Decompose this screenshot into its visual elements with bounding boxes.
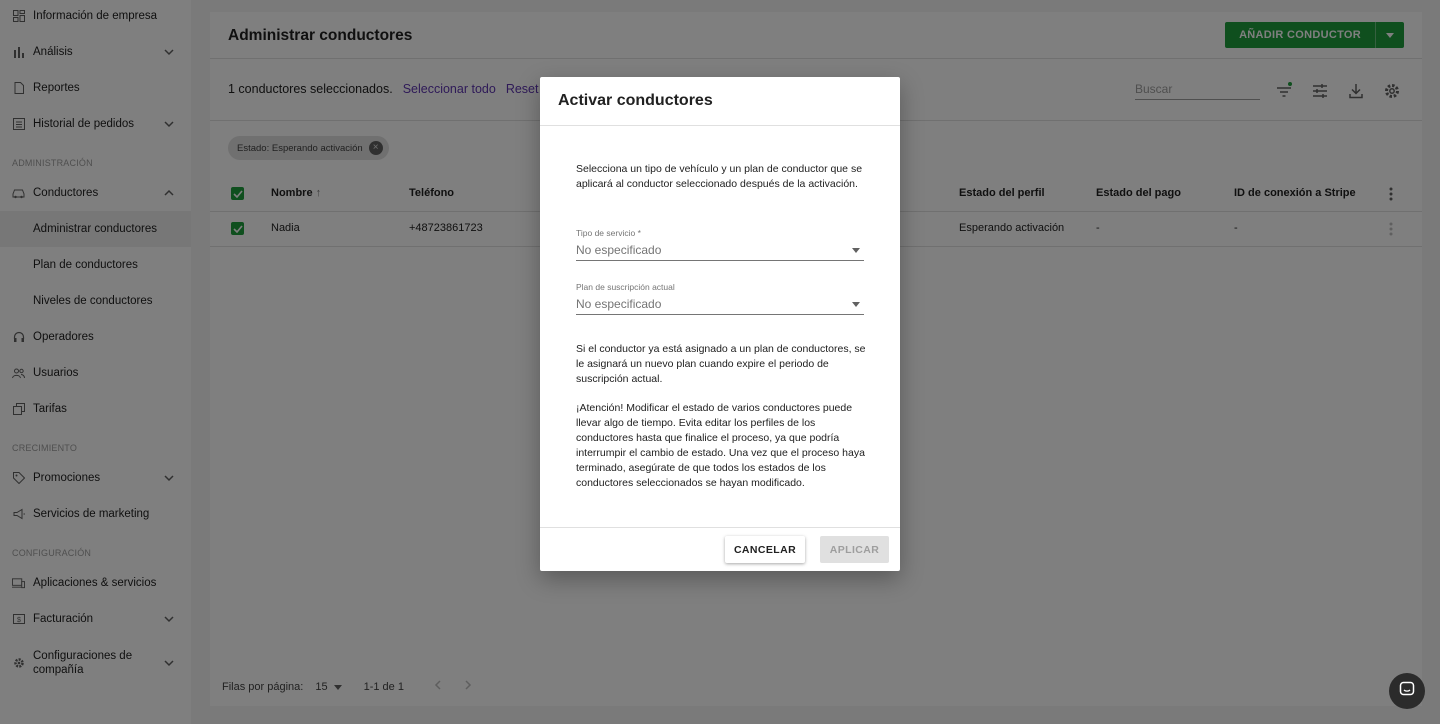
subscription-plan-value: No especificado [576, 297, 662, 311]
cancel-button[interactable]: CANCELAR [725, 536, 805, 563]
subscription-plan-field: No especificado [576, 297, 864, 315]
subscription-plan-select[interactable]: Plan de suscripción actual No especifica… [576, 282, 864, 315]
caret-down-icon [852, 302, 860, 307]
divider [540, 125, 900, 126]
activate-drivers-dialog: Activar conductores Selecciona un tipo d… [540, 77, 900, 571]
dialog-note-plan: Si el conductor ya está asignado a un pl… [576, 343, 866, 385]
dialog-intro: Selecciona un tipo de vehículo y un plan… [576, 163, 863, 190]
subscription-plan-label: Plan de suscripción actual [576, 282, 675, 292]
service-type-value: No especificado [576, 243, 662, 257]
caret-down-icon [852, 248, 860, 253]
service-type-select[interactable]: Tipo de servicio * No especificado [576, 228, 864, 261]
dialog-title: Activar conductores [558, 92, 713, 109]
service-type-label: Tipo de servicio * [576, 228, 641, 238]
service-type-field: No especificado [576, 243, 864, 261]
chat-launcher-button[interactable] [1389, 673, 1425, 709]
chat-icon [1399, 681, 1415, 702]
dialog-note-warning: ¡Atención! Modificar el estado de varios… [576, 402, 865, 489]
apply-button[interactable]: APLICAR [820, 536, 889, 563]
divider [540, 527, 900, 528]
